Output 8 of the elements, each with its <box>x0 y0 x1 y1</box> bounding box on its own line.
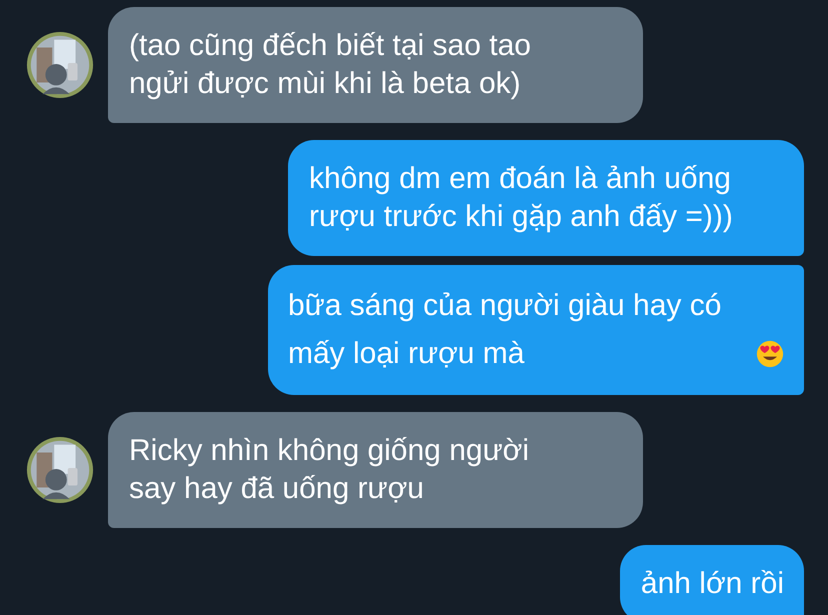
avatar <box>25 30 95 100</box>
message-text: bữa sáng của người giàu hay có mấy loại rượu mà <box>288 288 722 372</box>
message-text: Ricky nhìn không giống người say hay đã uống rượu <box>129 433 530 507</box>
message-text: không dm em đoán là ảnh uống rượu trước khi gặp anh đấy =))) <box>309 161 734 235</box>
avatar <box>25 435 95 505</box>
message-text: (tao cũng đếch biết tại sao tao ngửi được mùi khi là beta ok) <box>129 28 532 102</box>
message-text: ảnh lớn rồi <box>640 566 784 602</box>
heart-eyes-face-icon <box>756 340 784 368</box>
